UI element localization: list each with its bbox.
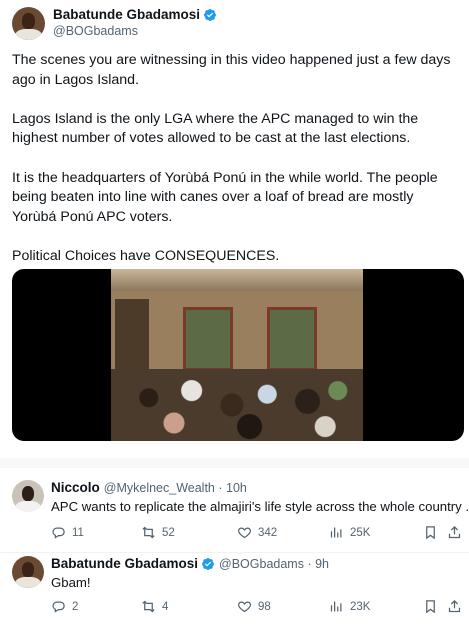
- share-icon: [448, 599, 461, 613]
- section-gap: [0, 458, 469, 468]
- reply-icon: [52, 601, 65, 613]
- avatar[interactable]: [12, 480, 44, 512]
- reply-tweet[interactable]: Niccolo @Mykelnec_Wealth · 10h APC wants…: [0, 468, 469, 552]
- bookmark-button[interactable]: [423, 525, 438, 540]
- video-player[interactable]: [12, 269, 464, 441]
- like-count: 98: [258, 600, 271, 613]
- tweet-paragraph: It is the headquarters of Yorùbá Ponú in…: [12, 169, 438, 225]
- reply-count: 2: [72, 600, 79, 613]
- views-count: 23K: [350, 600, 371, 613]
- action-bar: 11 52 342 25K: [51, 525, 461, 543]
- reply-tweet[interactable]: Babatunde Gbadamosi @BOGbadams · 9h Gbam…: [0, 553, 469, 630]
- tweet-paragraph: Lagos Island is the only LGA where the A…: [12, 110, 419, 147]
- share-button[interactable]: [447, 525, 462, 540]
- views-icon: [330, 601, 342, 612]
- like-count: 342: [258, 526, 278, 539]
- share-icon: [448, 525, 461, 539]
- reply-button[interactable]: 11: [51, 525, 84, 540]
- tweet-paragraph: Political Choices have CONSEQUENCES.: [12, 247, 280, 264]
- bookmark-icon: [426, 600, 435, 614]
- reply-text: APC wants to replicate the almajiri's li…: [51, 499, 469, 514]
- like-button[interactable]: 98: [237, 599, 271, 614]
- like-button[interactable]: 342: [237, 525, 277, 540]
- author-handle[interactable]: @Mykelnec_Wealth · 10h: [104, 481, 247, 495]
- reply-icon: [52, 527, 65, 539]
- author-name[interactable]: Babatunde Gbadamosi: [51, 556, 198, 571]
- action-bar: 2 4 98 23K: [51, 599, 461, 617]
- avatar[interactable]: [12, 7, 45, 40]
- bookmark-button[interactable]: [423, 599, 438, 614]
- views-icon: [330, 527, 342, 538]
- author-handle[interactable]: @BOGbadams · 9h: [219, 557, 329, 571]
- author-row: Niccolo @Mykelnec_Wealth · 10h: [51, 480, 247, 495]
- repost-button[interactable]: 52: [141, 525, 175, 540]
- avatar[interactable]: [12, 556, 44, 588]
- repost-count: 4: [162, 600, 169, 613]
- views-button[interactable]: 25K: [329, 525, 370, 540]
- reply-count: 11: [72, 526, 84, 539]
- main-tweet: Babatunde Gbadamosi @BOGbadams The scene…: [0, 0, 469, 458]
- video-frame: [111, 269, 363, 441]
- like-icon: [237, 527, 252, 539]
- author-row: Babatunde Gbadamosi: [53, 7, 217, 22]
- like-icon: [237, 601, 252, 613]
- author-name[interactable]: Niccolo: [51, 480, 100, 495]
- tweet-paragraph: The scenes you are witnessing in this vi…: [12, 52, 451, 88]
- repost-icon: [142, 526, 155, 539]
- tweet-body: The scenes you are witnessing in this vi…: [12, 51, 460, 267]
- share-button[interactable]: [447, 599, 462, 614]
- verified-badge-icon: [204, 8, 217, 21]
- author-handle[interactable]: @BOGbadams: [53, 24, 138, 38]
- repost-count: 52: [162, 526, 175, 539]
- author-name[interactable]: Babatunde Gbadamosi: [53, 7, 200, 22]
- reply-button[interactable]: 2: [51, 599, 78, 614]
- repost-icon: [142, 600, 155, 613]
- repost-button[interactable]: 4: [141, 599, 168, 614]
- bookmark-icon: [426, 526, 435, 540]
- author-row: Babatunde Gbadamosi @BOGbadams · 9h: [51, 556, 329, 571]
- reply-text: Gbam!: [51, 575, 91, 590]
- views-count: 25K: [350, 526, 371, 539]
- verified-badge-icon: [202, 557, 215, 570]
- views-button[interactable]: 23K: [329, 599, 370, 614]
